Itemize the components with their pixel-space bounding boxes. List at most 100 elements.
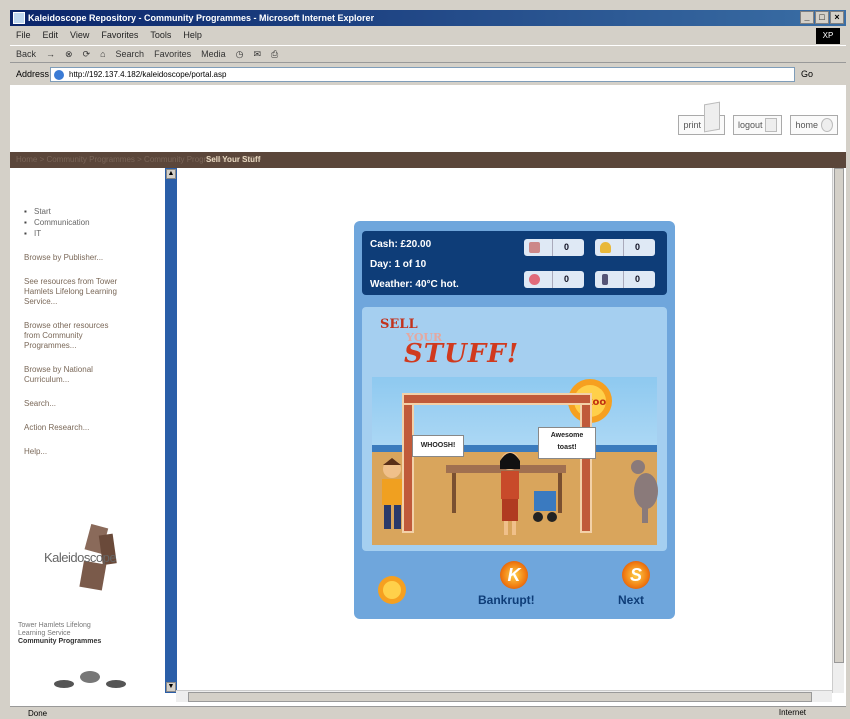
window-controls: _ □ × [800, 11, 844, 24]
logout-label: logout [737, 120, 763, 130]
sidebar-footer: Tower Hamlets Lifelong Learning Service … [18, 622, 168, 646]
sidebar-item-it[interactable]: IT [24, 228, 164, 239]
counter-item: 0 [524, 239, 584, 256]
weather-readout: Weather: 40°C hot. [370, 279, 459, 290]
bankrupt-k-icon[interactable]: K [500, 561, 528, 589]
logout-link[interactable]: logout [732, 115, 783, 135]
footer-line-1: Tower Hamlets Lifelong [18, 622, 91, 629]
home-nav-icon[interactable]: ⌂ [100, 49, 105, 59]
kaleidoscope-logo-text: Kaleidoscope [44, 550, 117, 565]
menu-file[interactable]: File [16, 30, 31, 40]
next-k-icon[interactable]: S [622, 561, 650, 589]
stop-icon[interactable]: ⊗ [65, 49, 73, 60]
table-leg-left [452, 473, 456, 513]
favorites-button[interactable]: Favorites [154, 49, 191, 59]
go-button[interactable]: Go [801, 69, 831, 79]
sidebar-link-action-research[interactable]: Action Research... [24, 423, 164, 433]
speech-bubble-right: Awesome toast! [538, 427, 596, 459]
sell-your-stuff-game[interactable]: Cash: £20.00 Day: 1 of 10 Weather: 40°C … [354, 221, 675, 619]
menu-bar: File Edit View Favorites Tools Help [10, 27, 846, 43]
page-header: print logout home [10, 85, 846, 152]
menu-favorites[interactable]: Favorites [101, 30, 138, 40]
forward-button[interactable]: → [46, 49, 55, 59]
windows-logo-icon: XP [816, 28, 840, 44]
game-scene: SELL YOUR STUFF! Tokoo [362, 307, 667, 551]
scroll-up-icon[interactable]: ▲ [166, 169, 176, 179]
fish-logo-icon [54, 671, 126, 688]
home-link[interactable]: home [790, 115, 838, 135]
title-sell: SELL [380, 317, 418, 332]
back-button[interactable]: Back [16, 49, 36, 59]
header-links: print logout home [678, 101, 838, 135]
kangaroo-character [631, 460, 658, 523]
menu-tools[interactable]: Tools [150, 30, 171, 40]
menu-help[interactable]: Help [183, 30, 202, 40]
boy-character [382, 458, 402, 529]
ie-icon [13, 12, 25, 24]
close-button[interactable]: × [830, 11, 844, 24]
sidebar-nav: Start Communication IT Browse by Publish… [24, 206, 164, 471]
counter-item-value: 0 [552, 239, 580, 256]
main-horizontal-scrollbar[interactable] [176, 690, 832, 702]
counter-soap-value: 0 [552, 271, 580, 288]
bankrupt-button[interactable]: Bankrupt! [478, 593, 535, 607]
stats-panel: Cash: £20.00 Day: 1 of 10 Weather: 40°C … [362, 231, 667, 295]
breadcrumb: Home > Community Programmes > Community … [10, 152, 846, 168]
minimize-button[interactable]: _ [800, 11, 814, 24]
footer-line-2: Learning Service [18, 630, 71, 637]
counter-bell-value: 0 [623, 239, 651, 256]
address-url: http://192.137.4.182/kaleidoscope/portal… [69, 69, 227, 79]
status-zone: Internet [778, 708, 806, 717]
sidebar-link-tower-hamlets[interactable]: See resources from Tower Hamlets Lifelon… [24, 277, 134, 307]
print-link[interactable]: print [678, 101, 725, 135]
print-label: print [683, 120, 701, 130]
item-icon [529, 242, 540, 253]
game-controls: K Bankrupt! S Next [362, 559, 667, 613]
home-icon [821, 118, 833, 132]
footer-programme: Community Programmes [18, 638, 102, 645]
scroll-down-icon[interactable]: ▼ [166, 682, 176, 692]
mail-icon[interactable]: ✉ [253, 49, 261, 60]
main-hscroll-thumb[interactable] [188, 692, 812, 702]
address-input[interactable]: http://192.137.4.182/kaleidoscope/portal… [50, 66, 795, 82]
history-icon[interactable]: ◷ [236, 49, 244, 60]
home-label: home [795, 120, 818, 130]
sidebar-link-search[interactable]: Search... [24, 399, 164, 409]
maximize-button[interactable]: □ [815, 11, 829, 24]
sidebar-link-help[interactable]: Help... [24, 447, 164, 457]
counter-bell: 0 [595, 239, 655, 256]
sidebar-bullets: Start Communication IT [24, 206, 164, 239]
counter-bottle-value: 0 [623, 271, 651, 288]
browser-toolbar: Back → ⊗ ⟳ ⌂ Search Favorites Media ◷ ✉ … [10, 45, 846, 63]
logout-icon [765, 118, 778, 132]
sidebar-link-curriculum[interactable]: Browse by National Curriculum... [24, 365, 134, 385]
page-icon [54, 69, 64, 80]
window-title: Kaleidoscope Repository - Community Prog… [28, 13, 375, 23]
sidebar-scrollbar[interactable]: ▲ ▼ [165, 168, 177, 693]
cash-readout: Cash: £20.00 [370, 239, 432, 250]
window-titlebar[interactable]: Kaleidoscope Repository - Community Prog… [10, 10, 846, 26]
main-scroll-thumb[interactable] [834, 168, 844, 663]
sidebar-link-other-resources[interactable]: Browse other resources from Community Pr… [24, 321, 114, 351]
girl-character [500, 452, 520, 535]
bottle-icon [602, 274, 608, 285]
refresh-icon[interactable]: ⟳ [83, 49, 91, 60]
soap-icon [529, 274, 540, 285]
main-vertical-scrollbar[interactable] [832, 168, 844, 693]
sidebar-link-publisher[interactable]: Browse by Publisher... [24, 253, 104, 263]
counter-bottle: 0 [595, 271, 655, 288]
sun-mini-icon [378, 576, 406, 604]
search-button[interactable]: Search [116, 49, 145, 59]
media-button[interactable]: Media [201, 49, 226, 59]
stall-arch-right [580, 403, 592, 533]
next-button[interactable]: Next [618, 593, 644, 607]
bell-icon [600, 242, 611, 253]
menu-edit[interactable]: Edit [43, 30, 59, 40]
counter-soap: 0 [524, 271, 584, 288]
pram-icon [533, 491, 557, 522]
sidebar-item-start[interactable]: Start [24, 206, 164, 217]
sidebar-item-communication[interactable]: Communication [24, 217, 164, 228]
print-toolbar-icon[interactable]: ⎙ [271, 49, 278, 60]
menu-view[interactable]: View [70, 30, 89, 40]
day-readout: Day: 1 of 10 [370, 259, 427, 270]
